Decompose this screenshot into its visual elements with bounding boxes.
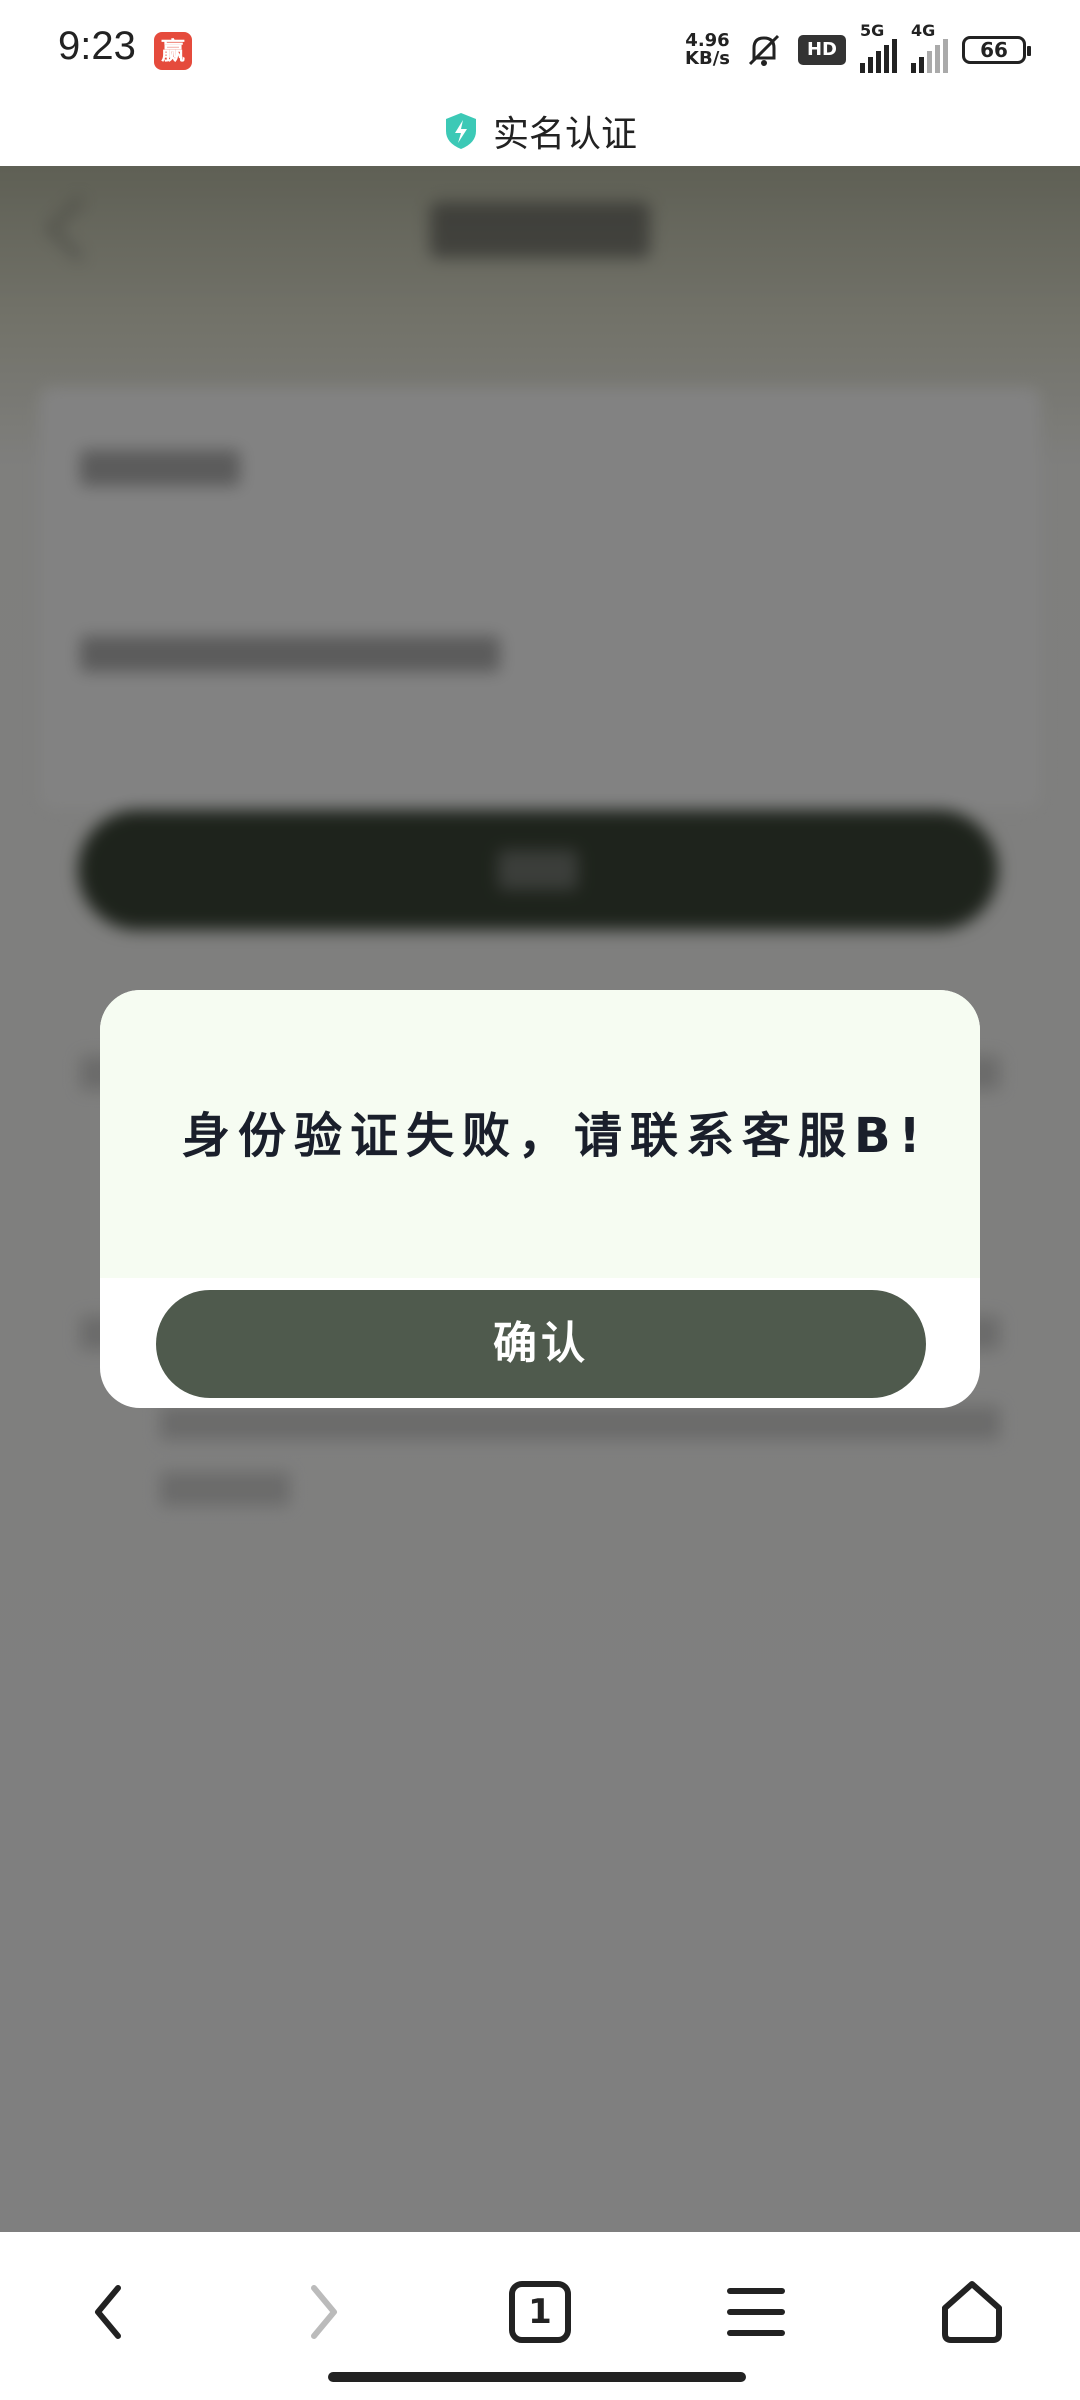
status-time: 9:23 <box>58 24 136 68</box>
dialog-message: 身份验证失败，请联系客服B! <box>182 1108 929 1164</box>
hd-voice-icon: HD <box>798 35 846 65</box>
status-bar: 9:23 赢 4.96 KB/s HD 5G 4G 66 <box>0 0 1080 96</box>
page-title: 实名认证 <box>492 114 637 155</box>
back-button[interactable] <box>68 2272 148 2352</box>
error-dialog: 身份验证失败，请联系客服B! 确认 <box>100 990 980 1408</box>
tab-count: 1 <box>528 2292 552 2332</box>
home-indicator[interactable] <box>328 2372 746 2382</box>
sim1-network-label: 5G <box>860 21 885 40</box>
shield-icon <box>445 113 476 149</box>
status-indicators: 4.96 KB/s HD 5G 4G 66 <box>685 21 1031 73</box>
tabs-button[interactable]: 1 <box>500 2272 580 2352</box>
signal-sim2-icon: 4G <box>911 21 948 73</box>
network-speed: 4.96 KB/s <box>685 32 730 68</box>
app-notification-icon: 赢 <box>154 32 192 70</box>
home-button[interactable] <box>932 2272 1012 2352</box>
page-titlebar: 实名认证 <box>0 96 1080 166</box>
sim2-network-label: 4G <box>911 21 936 40</box>
forward-button[interactable] <box>284 2272 364 2352</box>
chevron-right-icon <box>311 2285 337 2339</box>
menu-icon <box>727 2288 785 2336</box>
chevron-left-icon <box>95 2285 121 2339</box>
mute-bell-icon <box>748 34 780 66</box>
signal-sim1-icon: 5G <box>860 21 897 73</box>
battery-icon: 66 <box>962 36 1031 64</box>
home-icon <box>942 2281 1002 2343</box>
dialog-message-area: 身份验证失败，请联系客服B! <box>100 990 980 1278</box>
network-speed-unit: KB/s <box>685 48 730 69</box>
confirm-button[interactable]: 确认 <box>156 1290 926 1398</box>
menu-button[interactable] <box>716 2272 796 2352</box>
